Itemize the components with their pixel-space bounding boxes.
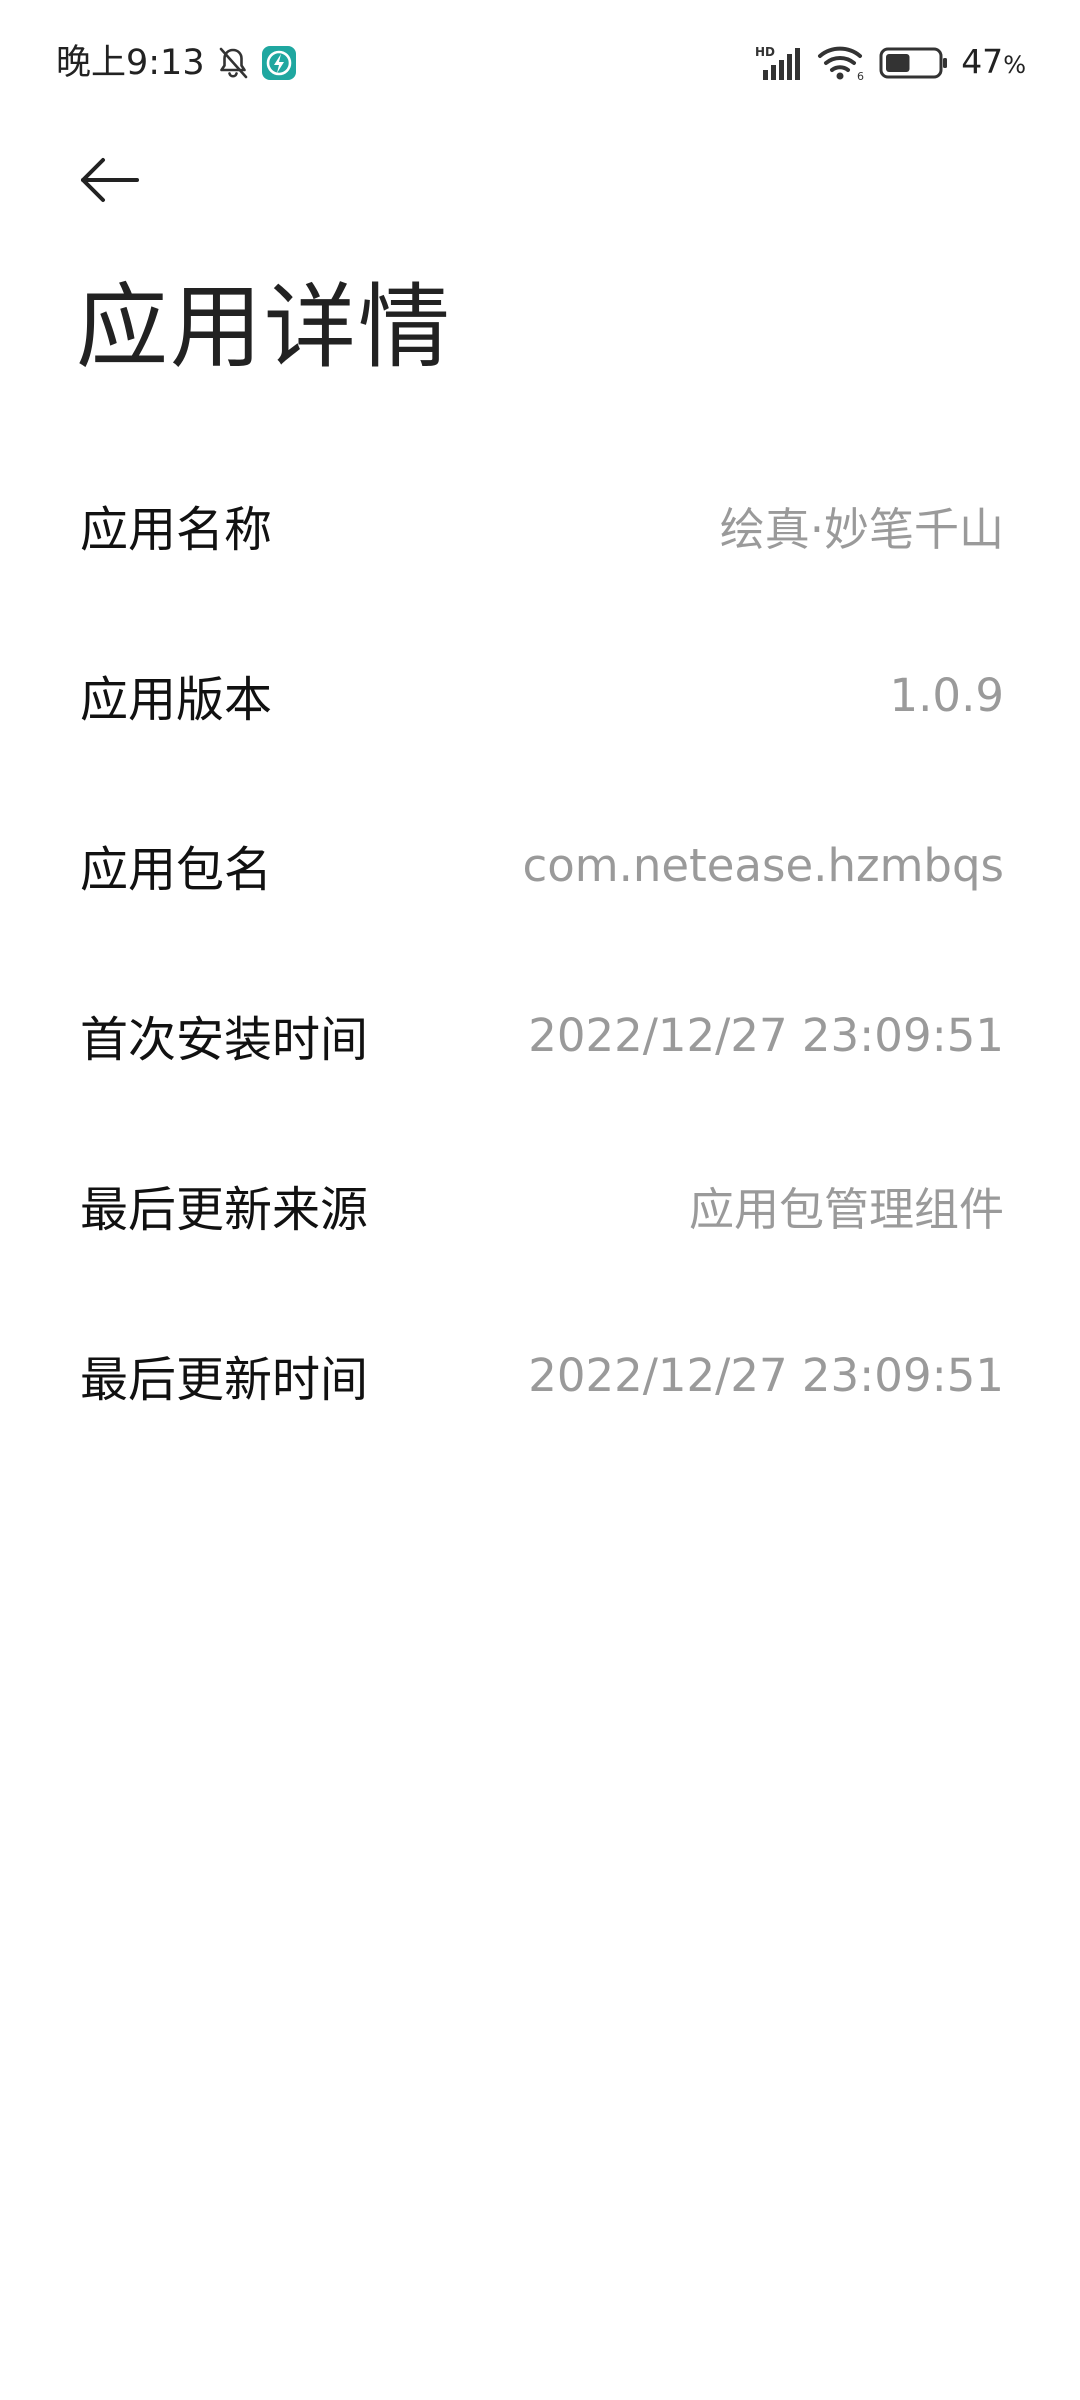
row-package-name: 应用包名 com.netease.hzmbqs [0, 780, 1080, 950]
row-first-install-time: 首次安装时间 2022/12/27 23:09:51 [0, 950, 1080, 1120]
package-name-label: 应用包名 [80, 842, 273, 898]
signal-icon: HD [755, 44, 805, 82]
app-details-page: 晚上9:13 HD 6 47% 应用详情 应用名称 绘真·妙笔千山 应用版本 1… [0, 0, 1080, 2400]
app-notification-icon [261, 45, 297, 81]
row-last-update-source: 最后更新来源 应用包管理组件 [0, 1120, 1080, 1290]
battery-icon [879, 46, 949, 80]
status-left: 晚上9:13 [56, 40, 297, 86]
first-install-time-value: 2022/12/27 23:09:51 [528, 1008, 1004, 1062]
app-info-list: 应用名称 绘真·妙笔千山 应用版本 1.0.9 应用包名 com.netease… [0, 440, 1080, 1460]
app-name-value: 绘真·妙笔千山 [719, 502, 1004, 556]
first-install-time-label: 首次安装时间 [80, 1012, 369, 1068]
battery-percent: 47% [961, 41, 1026, 81]
last-update-source-value: 应用包管理组件 [688, 1182, 1004, 1236]
last-update-source-label: 最后更新来源 [80, 1182, 369, 1238]
wifi-icon: 6 [817, 44, 867, 82]
app-name-label: 应用名称 [80, 502, 273, 558]
app-version-value: 1.0.9 [889, 668, 1005, 722]
row-last-update-time: 最后更新时间 2022/12/27 23:09:51 [0, 1290, 1080, 1460]
status-bar: 晚上9:13 HD 6 47% [0, 0, 1080, 126]
last-update-time-label: 最后更新时间 [80, 1352, 369, 1408]
bell-muted-icon [215, 45, 251, 81]
package-name-value: com.netease.hzmbqs [522, 838, 1004, 892]
row-app-name: 应用名称 绘真·妙笔千山 [0, 440, 1080, 610]
status-time: 晚上9:13 [56, 43, 205, 83]
status-right: HD 6 47% [755, 40, 1026, 86]
back-arrow-icon [79, 155, 141, 205]
last-update-time-value: 2022/12/27 23:09:51 [528, 1348, 1004, 1402]
page-title: 应用详情 [76, 274, 453, 381]
back-button[interactable] [70, 140, 150, 220]
app-version-label: 应用版本 [80, 672, 273, 728]
network-hd-label: HD [755, 45, 775, 59]
row-app-version: 应用版本 1.0.9 [0, 610, 1080, 780]
svg-text:6: 6 [857, 70, 864, 82]
